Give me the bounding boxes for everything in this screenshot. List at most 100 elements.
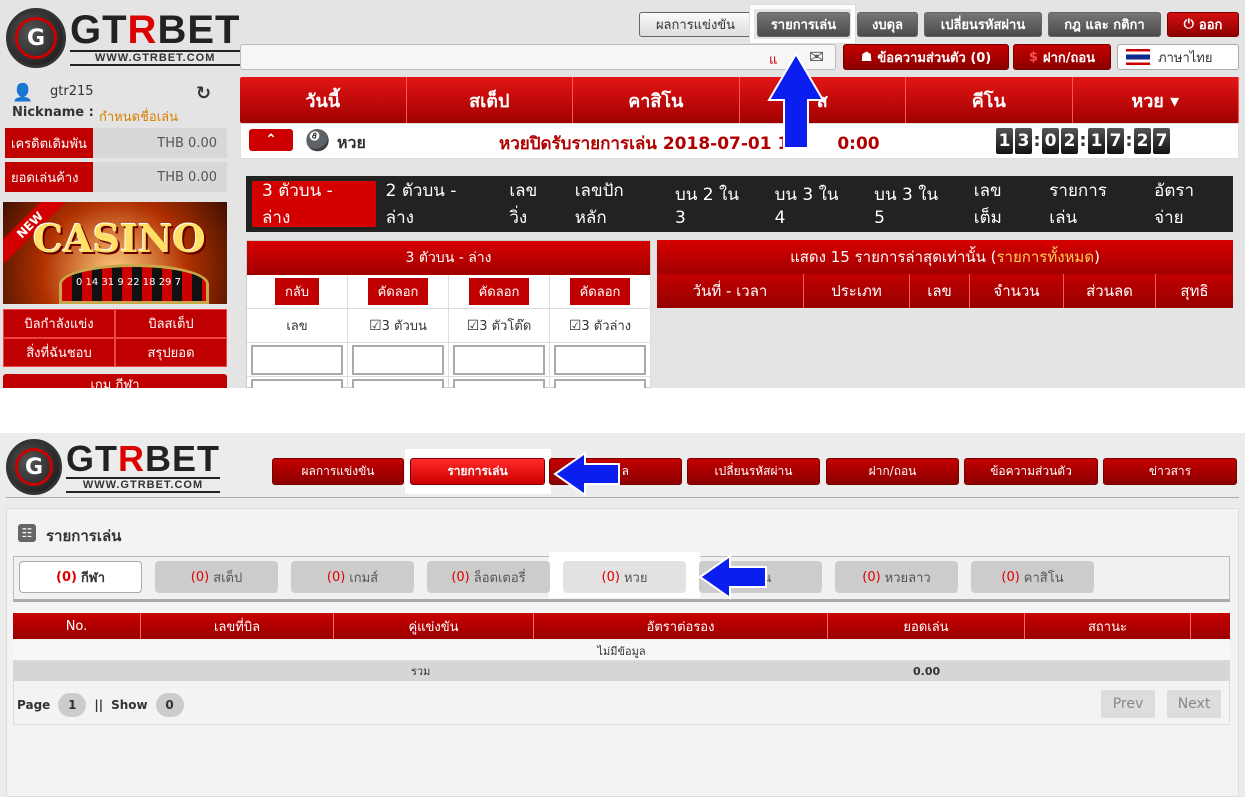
collapse-up-icon[interactable]: ⌃ xyxy=(249,129,293,151)
site-logo-2[interactable]: G GTRBET WWW.GTRBET.COM xyxy=(6,439,220,495)
countdown-digit: 0 xyxy=(1042,128,1059,154)
lotto-tab-10[interactable]: อัตราจ่าย xyxy=(1144,181,1233,228)
bnav-messages[interactable]: ข้อความส่วนตัว xyxy=(964,458,1098,485)
balance-button[interactable]: งบดุล xyxy=(857,12,918,37)
bnav-news[interactable]: ข่าวสาร xyxy=(1103,458,1237,485)
dollar-icon: $ xyxy=(1028,49,1038,65)
lotto-ball-icon: 🎱 xyxy=(305,128,330,152)
countdown-digit: 7 xyxy=(1107,128,1124,154)
tod3-amount-input-2[interactable] xyxy=(453,378,545,388)
lotto-tab-5[interactable]: บน 2 ใน 3 xyxy=(665,181,765,228)
lotto-tab-3[interactable]: เลขวิ่ง xyxy=(499,181,564,228)
lotto-tab-6[interactable]: บน 3 ใน 4 xyxy=(765,181,865,228)
tab-count: (0) xyxy=(601,569,620,585)
bnav-deposit[interactable]: ฝาก/ถอน xyxy=(826,458,959,485)
credit-label: เครดิตเดิมพัน xyxy=(5,128,93,158)
blue-arrow-up-icon xyxy=(767,52,825,149)
lotto-tab-9[interactable]: รายการเล่น xyxy=(1039,181,1144,228)
col-net: สุทธิ xyxy=(1180,282,1209,300)
sports-game-header[interactable]: เกม กีฬา xyxy=(3,374,227,388)
refresh-icon[interactable]: ↻ xyxy=(196,83,211,104)
tab-label: ล็อตเตอรี่ xyxy=(473,570,526,586)
side-menu-step-bets[interactable]: บิลสเต็ป xyxy=(115,309,227,338)
category-tab-7[interactable]: (0) หวยลาว xyxy=(835,561,958,593)
casino-banner[interactable]: NEW CASINO 0 14 31 9 22 18 29 7 xyxy=(3,202,227,304)
deposit-withdraw-button[interactable]: $ ฝาก/ถอน xyxy=(1013,44,1111,70)
bnav-results[interactable]: ผลการแข่งขัน xyxy=(272,458,404,485)
prev-button[interactable]: Prev xyxy=(1101,690,1155,718)
tab-count: (0) xyxy=(862,569,881,585)
change-password-button[interactable]: เปลี่ยนรหัสผ่าน xyxy=(924,12,1042,37)
language-select[interactable]: ภาษาไทย xyxy=(1117,44,1239,70)
outstanding-row: ยอดเล่นค้าง THB 0.00 xyxy=(5,162,227,192)
bottom3-amount-input-2[interactable] xyxy=(554,378,646,388)
list-icon: ☷ xyxy=(18,524,36,542)
tab-count: (0) xyxy=(326,569,346,585)
bet-form-panel: 3 ตัวบน - ล่าง กลับ คัดลอก คัดลอก คัดลอก… xyxy=(246,240,651,388)
category-tab-4[interactable]: (0) ล็อตเตอรี่ xyxy=(427,561,550,593)
rules-button[interactable]: กฎ และ กติกา xyxy=(1048,12,1161,37)
back-button[interactable]: กลับ xyxy=(274,278,320,305)
category-tab-3[interactable]: (0) เกมส์ xyxy=(291,561,414,593)
check-top3[interactable]: ☑ 3 ตัวบน xyxy=(348,309,449,343)
recent-bets-title: แสดง 15 รายการล่าสุดเท่านั้น (รายการทั้ง… xyxy=(657,240,1233,274)
th-match: คู่แข่งขัน xyxy=(334,613,534,639)
countdown-timer: 13:02:17:27 xyxy=(995,128,1171,154)
tab-label: หวย xyxy=(623,570,648,586)
side-menu-favorites[interactable]: สิ่งที่ฉันชอบ xyxy=(3,338,115,367)
countdown-digit: 2 xyxy=(1061,128,1078,154)
tab-label: หวยลาว xyxy=(884,570,931,586)
lotto-sub-bar: ⌃ 🎱 หวย หวยปิดรับรายการเล่น 2018-07-01 1… xyxy=(240,123,1239,159)
bottom3-amount-input[interactable] xyxy=(554,344,646,375)
credit-row: เครดิตเดิมพัน THB 0.00 xyxy=(5,128,227,158)
lotto-tab-8[interactable]: เลขเต็ม xyxy=(964,181,1040,228)
side-menu-summary[interactable]: สรุปยอด xyxy=(115,338,227,367)
nav-lotto[interactable]: หวย ▾ xyxy=(1073,77,1239,123)
nickname-link[interactable]: กำหนดชื่อเล่น xyxy=(99,106,178,127)
tab-label: สเต็ป xyxy=(213,570,243,586)
number-input-2[interactable] xyxy=(251,378,343,388)
nav-casino[interactable]: คาสิโน xyxy=(573,77,740,123)
copy-button-2[interactable]: คัดลอก xyxy=(468,278,530,305)
nav-keno[interactable]: คีโน xyxy=(906,77,1073,123)
category-tab-5[interactable]: (0) หวย xyxy=(563,561,686,593)
col-type: ประเภท xyxy=(804,274,910,308)
logout-button[interactable]: ⏻ ออก xyxy=(1167,12,1239,37)
private-messages-button[interactable]: ☗ ข้อความส่วนตัว (0) xyxy=(843,44,1009,70)
next-button[interactable]: Next xyxy=(1167,690,1221,718)
copy-button-3[interactable]: คัดลอก xyxy=(569,278,631,305)
lotto-tab-2[interactable]: 2 ตัวบน - ล่าง xyxy=(376,181,500,228)
page-number[interactable]: 1 xyxy=(58,693,87,717)
lotto-tab-1[interactable]: 3 ตัวบน - ล่าง xyxy=(252,181,376,228)
bnav-bets[interactable]: รายการเล่น xyxy=(410,458,545,485)
bets-button[interactable]: รายการเล่น xyxy=(757,12,850,37)
logo-mark-icon-2: G xyxy=(6,439,62,495)
nav-today[interactable]: วันนี้ xyxy=(240,77,407,123)
tab-count: (0) xyxy=(56,569,77,585)
all-bets-link[interactable]: รายการทั้งหมด xyxy=(997,245,1095,269)
category-tab-8[interactable]: (0) คาสิโน xyxy=(971,561,1094,593)
side-menu-active-bets[interactable]: บิลกำลังแข่ง xyxy=(3,309,115,338)
results-button[interactable]: ผลการแข่งขัน xyxy=(639,12,752,37)
blue-arrow-left-icon xyxy=(553,451,620,497)
top3-amount-input-2[interactable] xyxy=(352,378,444,388)
lotto-label: หวย xyxy=(337,133,366,152)
power-icon: ⏻ xyxy=(1183,17,1194,32)
copy-button-1[interactable]: คัดลอก xyxy=(367,278,429,305)
check-tod3[interactable]: ☑ 3 ตัวโต๊ด xyxy=(449,309,550,343)
lotto-tab-7[interactable]: บน 3 ใน 5 xyxy=(864,181,964,228)
header-divider xyxy=(6,497,1239,498)
tod3-amount-input[interactable] xyxy=(453,344,545,375)
check-bottom3[interactable]: ☑ 3 ตัวล่าง xyxy=(550,309,651,343)
nickname-label: Nickname : xyxy=(12,105,94,120)
outstanding-label: ยอดเล่นค้าง xyxy=(5,162,93,192)
nav-step[interactable]: สเต็ป xyxy=(407,77,573,123)
lotto-tabs: 3 ตัวบน - ล่าง 2 ตัวบน - ล่าง เลขวิ่ง เลขปั… xyxy=(246,176,1233,232)
lotto-tab-4[interactable]: เลขปักหลัก xyxy=(565,181,665,228)
number-input[interactable] xyxy=(251,344,343,375)
top3-amount-input[interactable] xyxy=(352,344,444,375)
category-tab-1[interactable]: (0) กีฬา xyxy=(19,561,142,593)
category-tab-2[interactable]: (0) สเต็ป xyxy=(155,561,278,593)
bnav-change-password[interactable]: เปลี่ยนรหัสผ่าน xyxy=(687,458,820,485)
site-logo[interactable]: G GTRBET WWW.GTRBET.COM xyxy=(6,8,241,68)
